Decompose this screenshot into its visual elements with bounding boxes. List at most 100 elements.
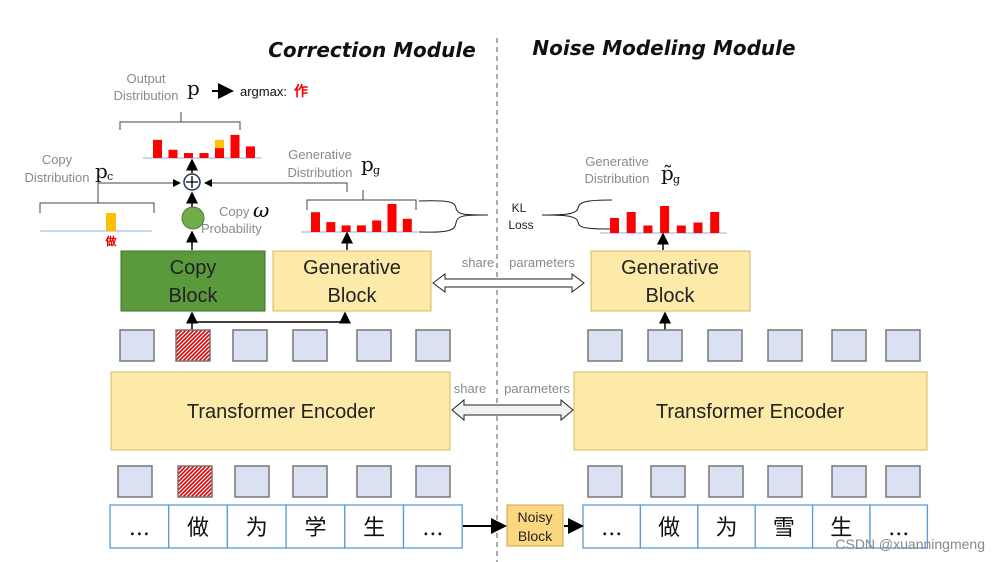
histogram-bar [676, 225, 686, 233]
embedding-vector [415, 465, 451, 498]
output-label-1: Output [126, 71, 165, 86]
correction-module-title: Correction Module [268, 38, 476, 62]
histogram-bar [215, 148, 224, 158]
noise-gen-label-2: Distribution [584, 171, 649, 186]
token-text: 学 [304, 516, 326, 541]
histogram-bar [372, 220, 382, 232]
gen-dist-symbol: p [361, 152, 374, 176]
token-text: 做 [658, 516, 680, 541]
histogram-bar [402, 218, 412, 232]
token-text: 为 [246, 516, 268, 541]
histogram-bar [660, 206, 670, 233]
embedding-vector [117, 465, 153, 498]
gen-block-right-label-2: Block [646, 285, 696, 307]
kl-brace-right [541, 199, 613, 230]
embedding-vector [647, 329, 683, 362]
histogram-bar [246, 146, 255, 158]
omega-symbol: ω [253, 198, 269, 222]
token-text: 为 [715, 516, 737, 541]
embedding-vector [119, 329, 155, 362]
embedding-vector [292, 329, 328, 362]
gen-dist-label-1: Generative [288, 147, 352, 162]
embedding-vector [650, 465, 686, 498]
embedding-masked [177, 465, 213, 498]
token-text: 生 [363, 516, 385, 541]
gen-block-left-label-1: Generative [303, 257, 401, 279]
embedding-vector [587, 329, 623, 362]
copy-block-label-1: Copy [170, 257, 217, 279]
copy-brace [39, 190, 155, 213]
noise-gen-label-1: Generative [585, 154, 649, 169]
token-text: ... [601, 516, 622, 541]
copy-dist-label-1: Copy [42, 152, 73, 167]
gen-dist-label-2: Distribution [287, 165, 352, 180]
watermark: CSDN @xuanningmeng [835, 536, 985, 552]
embedding-vector [885, 329, 921, 362]
share-params-bottom: parameters [504, 381, 570, 396]
histogram-bar [153, 139, 162, 158]
histogram-copy-bar [215, 139, 224, 149]
copy-bar [106, 213, 116, 231]
histogram-bar [693, 222, 703, 233]
histogram-bar [387, 203, 397, 232]
output-label-2: Distribution [113, 88, 178, 103]
noise-gen-sub: g [673, 173, 680, 186]
histogram-bar [230, 134, 240, 158]
share-word-top: share [462, 255, 495, 270]
embedding-vector [356, 329, 392, 362]
embedding-vector [885, 465, 921, 498]
output-symbol: p [187, 76, 200, 100]
diagram: Correction Module Noise Modeling Module … [24, 36, 985, 562]
copy-dist-sub: c [107, 170, 113, 183]
token-to-genblock-arrow [192, 311, 351, 324]
embedding-row-top [119, 329, 921, 362]
embedding-vector [708, 465, 744, 498]
gen-dist-sub: g [373, 164, 380, 177]
share-word-bottom: share [454, 381, 487, 396]
embedding-vector [831, 465, 867, 498]
share-params-arrow-top [432, 273, 585, 293]
histogram-bar [199, 153, 209, 158]
kl-label-1: KL [512, 201, 527, 215]
token-text: 雪 [773, 516, 795, 541]
output-histogram [143, 134, 262, 159]
token-text: 做 [187, 516, 209, 541]
gen-to-plus-line [204, 179, 348, 192]
copy-to-plus-line [97, 179, 181, 190]
embedding-vector [767, 465, 803, 498]
embedding-vector [707, 329, 743, 362]
gen-brace [306, 190, 417, 210]
embedding-vector [767, 329, 803, 362]
copy-char: 做 [105, 234, 118, 248]
argmax-char: 作 [294, 83, 308, 99]
noisy-block-label-2: Block [518, 528, 553, 544]
copy-prob-label-1: Copy [219, 204, 250, 219]
histogram-bar [311, 212, 320, 232]
copy-dist-label-2: Distribution [24, 170, 89, 185]
token-text: ... [422, 516, 443, 541]
noise-module-title: Noise Modeling Module [532, 36, 795, 60]
embedding-row-bottom [117, 465, 921, 498]
histogram-bar [643, 225, 653, 233]
token-text: ... [129, 516, 150, 541]
histogram-bar [341, 225, 351, 232]
embedding-vector [234, 465, 270, 498]
kl-brace-left [418, 200, 489, 233]
output-brace [119, 112, 241, 130]
gen-block-right-label-1: Generative [621, 257, 719, 279]
embedding-vector [831, 329, 867, 362]
embedding-vector [587, 465, 623, 498]
embedding-vector [292, 465, 328, 498]
histogram-bar [610, 218, 619, 233]
copy-dist-symbol: p [95, 159, 108, 183]
encoder-right-label: Transformer Encoder [656, 401, 845, 423]
noise-gen-symbol: p̃ [661, 161, 674, 185]
argmax-label: argmax: [240, 84, 287, 99]
histogram-bar [356, 225, 366, 232]
histogram-bar [326, 222, 336, 232]
copy-prob-label-2: Probability [201, 221, 262, 236]
noise-generative-histogram [600, 206, 727, 234]
gen-block-left-label-2: Block [328, 285, 378, 307]
histogram-bar [710, 212, 720, 233]
embedding-vector [356, 465, 392, 498]
